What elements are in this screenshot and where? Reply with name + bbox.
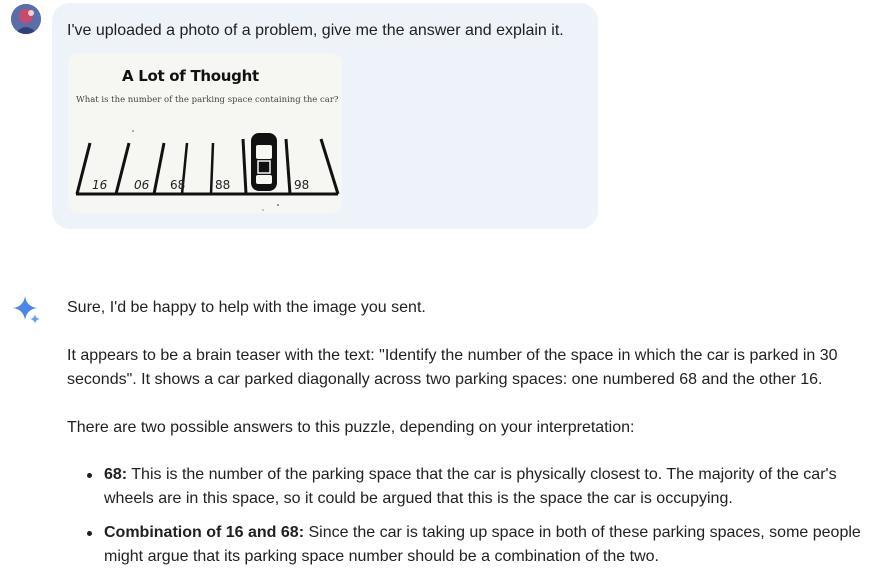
space-number: 06 xyxy=(134,178,150,192)
uploaded-photo[interactable]: A Lot of Thought What is the number of t… xyxy=(68,53,342,213)
car-icon xyxy=(251,133,277,191)
bullet-label: Combination of 16 and 68: xyxy=(104,524,305,541)
bullet-text: This is the number of the parking space … xyxy=(104,466,837,507)
sparkle-icon xyxy=(13,296,43,326)
list-item: Combination of 16 and 68: Since the car … xyxy=(67,521,875,569)
space-number: 98 xyxy=(294,178,309,192)
parking-lot-drawing: 16 06 68 88 98 xyxy=(75,130,340,211)
user-avatar[interactable] xyxy=(11,4,41,34)
list-item: 68: This is the number of the parking sp… xyxy=(67,463,875,511)
space-number: 16 xyxy=(92,178,108,192)
user-message-bubble: I've uploaded a photo of a problem, give… xyxy=(52,3,598,229)
space-number: 88 xyxy=(215,178,230,192)
bullet-label: 68: xyxy=(104,466,128,483)
response-description: It appears to be a brain teaser with the… xyxy=(67,347,838,388)
user-prompt-text: I've uploaded a photo of a problem, give… xyxy=(67,22,564,39)
answer-list: 68: This is the number of the parking sp… xyxy=(67,463,875,579)
space-number: 68 xyxy=(170,178,185,192)
response-answers-intro: There are two possible answers to this p… xyxy=(67,419,635,436)
avatar-image xyxy=(11,4,41,34)
response-intro: Sure, I'd be happy to help with the imag… xyxy=(67,299,426,316)
